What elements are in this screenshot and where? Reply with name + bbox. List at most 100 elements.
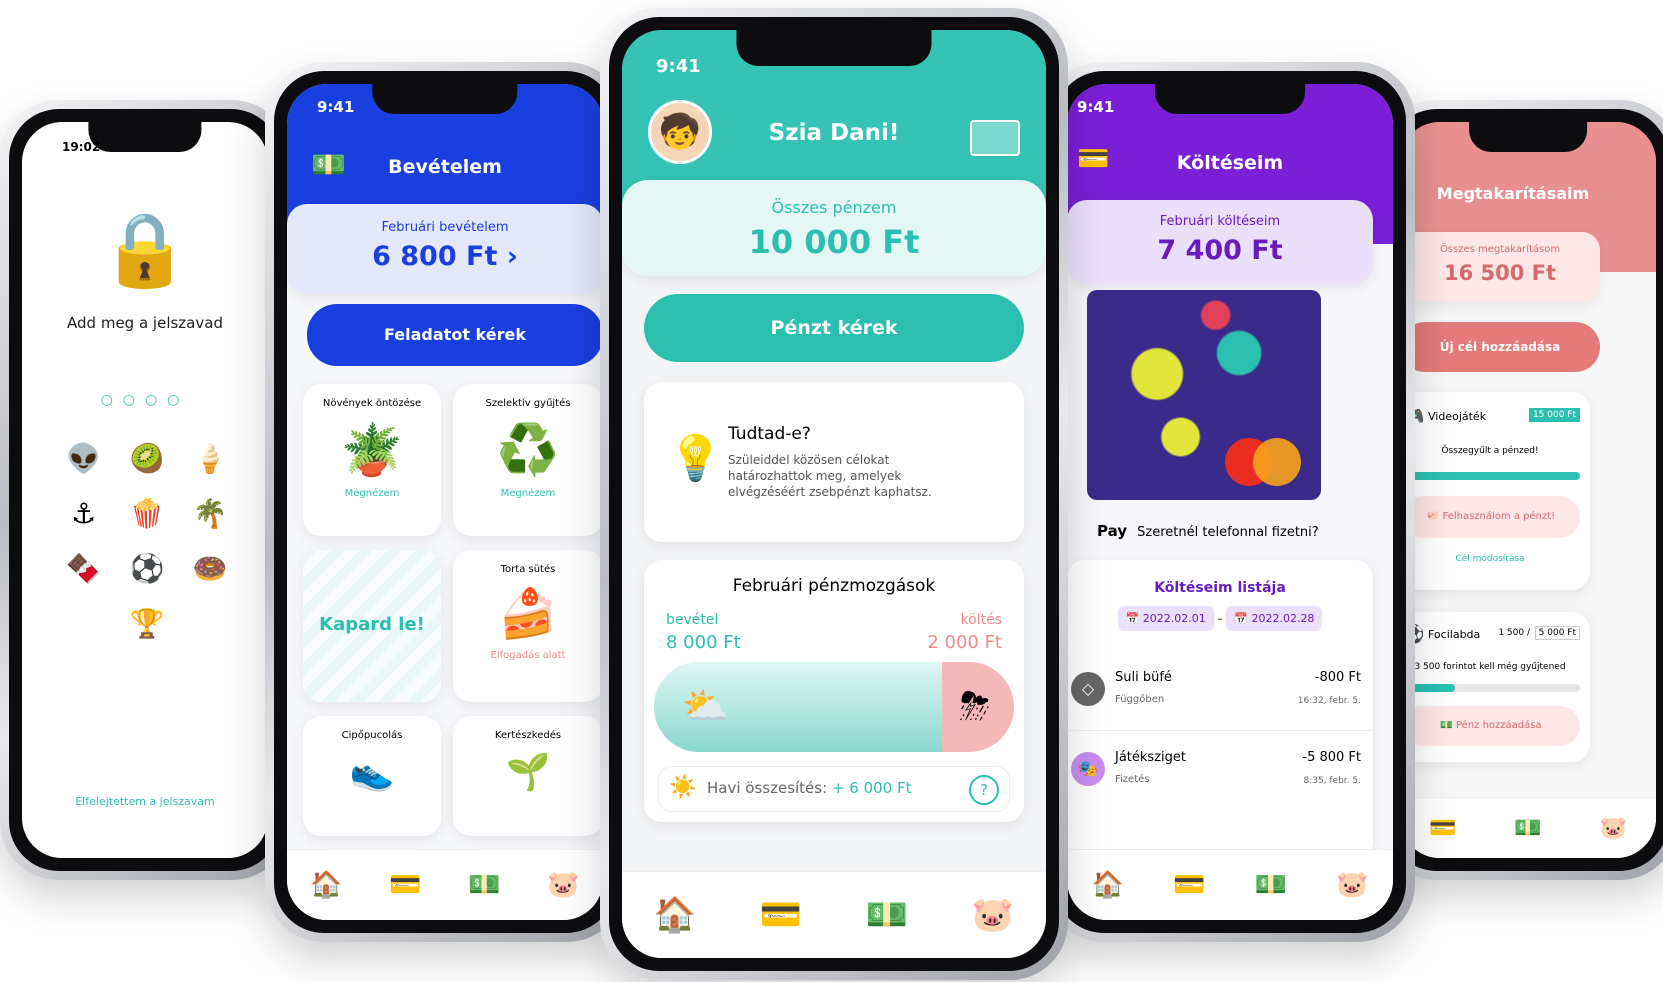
tab-piggy-icon[interactable]: 🐷 bbox=[968, 895, 1018, 935]
edit-goal-link[interactable]: Cél módosítása bbox=[1400, 554, 1590, 564]
notch bbox=[736, 30, 932, 66]
request-task-button[interactable]: Feladatot kérek bbox=[307, 304, 603, 366]
spending-screen: 9:41 💳 Költéseim Februári költéseim 7 40… bbox=[1067, 84, 1393, 920]
emoji-key[interactable]: ⚓ bbox=[52, 497, 115, 530]
monthly-summary-row: ☀️ Havi összesítés: + 6 000 Ft ? bbox=[658, 766, 1010, 812]
tab-piggy-icon[interactable]: 🐷 bbox=[1588, 816, 1638, 841]
storm-cloud-icon: ⛈ bbox=[959, 684, 990, 728]
spending-summary-card[interactable]: Februári költéseim 7 400 Ft bbox=[1067, 200, 1373, 284]
spending-list-title: Költéseim listája bbox=[1154, 580, 1286, 596]
recycle-icon: ♻️ bbox=[496, 421, 560, 479]
tab-money-icon[interactable]: 💵 bbox=[1503, 816, 1553, 841]
add-goal-button[interactable]: Új cél hozzáadása bbox=[1400, 322, 1600, 372]
task-card[interactable]: Szelektív gyűjtés ♻️ Megnézem bbox=[453, 384, 603, 536]
emoji-grid: 👽 🥝 🍦 ⚓ 🍿 🌴 🍫 ⚽ 🍩 🏆 bbox=[52, 442, 242, 640]
tab-piggy-icon[interactable]: 🐷 bbox=[539, 870, 589, 900]
scratch-label: Kapard le! bbox=[319, 614, 425, 635]
plant-icon: 🪴 bbox=[340, 421, 404, 479]
tip-card: 💡 Tudtad-e? Szüleiddel közösen célokat h… bbox=[644, 382, 1024, 542]
task-card[interactable]: Torta sütés 🍰 Elfogadás alatt bbox=[453, 550, 603, 702]
spending-summary-value: 7 400 Ft bbox=[1157, 235, 1283, 266]
goal-target-badge: 15 000 Ft bbox=[1528, 408, 1580, 422]
date-dash: – bbox=[1217, 612, 1223, 625]
task-action: Megnézem bbox=[500, 488, 556, 499]
expense-row[interactable]: 🎭 Játéksziget Fizetés -5 800 Ft 8:35, fe… bbox=[1067, 740, 1373, 810]
request-money-button[interactable]: Pénzt kérek bbox=[644, 294, 1024, 362]
apple-pay-logo: Pay bbox=[1097, 522, 1128, 540]
expense-status: Fizetés bbox=[1115, 774, 1150, 785]
income-summary-card[interactable]: Februári bevételem 6 800 Ft › bbox=[287, 204, 603, 294]
spending-title: Költéseim bbox=[1176, 152, 1284, 174]
tab-home-icon[interactable]: 🏠 bbox=[650, 895, 700, 935]
lock-screen: 19:02 🔒 Add meg a jelszavad ○○○○ 👽 🥝 🍦 ⚓… bbox=[22, 122, 268, 858]
tab-card-icon[interactable]: 💳 bbox=[756, 895, 806, 935]
task-title: Kertészkedés bbox=[494, 730, 562, 741]
emoji-key[interactable]: 🏆 bbox=[115, 607, 178, 640]
phone-bezel: 9:41 🧒 Szia Dani! Összes pénzem 10 000 F… bbox=[609, 17, 1059, 971]
phone-home: 9:41 🧒 Szia Dani! Összes pénzem 10 000 F… bbox=[600, 8, 1068, 980]
expense-row[interactable]: ◇ Suli büfé Függőben -800 Ft 16:32, febr… bbox=[1067, 660, 1373, 731]
tab-money-icon[interactable]: 💵 bbox=[1246, 870, 1296, 900]
task-action: Megnézem bbox=[344, 488, 400, 499]
add-money-button[interactable]: 💵 Pénz hozzáadása bbox=[1402, 706, 1580, 746]
task-card[interactable]: Növények öntözése 🪴 Megnézem bbox=[303, 384, 441, 536]
scratch-card[interactable]: Kapard le! bbox=[303, 550, 441, 702]
tab-piggy-icon[interactable]: 🐷 bbox=[1327, 870, 1377, 900]
theater-masks-icon: 🎭 bbox=[1071, 752, 1105, 786]
emoji-key[interactable]: ⚽ bbox=[115, 552, 178, 585]
expense-time: 16:32, febr. 5. bbox=[1297, 696, 1361, 706]
expense-status: Függőben bbox=[1115, 694, 1165, 705]
emoji-key[interactable]: 👽 bbox=[52, 442, 115, 475]
mail-icon[interactable] bbox=[970, 120, 1020, 156]
sun-cloud-icon: ⛅ bbox=[682, 684, 730, 728]
notch bbox=[88, 122, 202, 152]
use-money-button[interactable]: 🐖 Felhasználom a pénzt! bbox=[1402, 496, 1580, 538]
emoji-key[interactable]: 🍩 bbox=[179, 552, 242, 585]
tab-card-icon[interactable]: 💳 bbox=[1418, 816, 1468, 841]
tab-bar: 🏠 💳 💵 🐷 bbox=[287, 849, 603, 920]
date-from-chip[interactable]: 📅 2022.02.01 bbox=[1117, 606, 1214, 631]
password-prompt: Add meg a jelszavad bbox=[67, 314, 223, 332]
tab-home-icon[interactable]: 🏠 bbox=[302, 870, 352, 900]
goal-saved: 1 500 / bbox=[1498, 628, 1530, 638]
home-screen: 9:41 🧒 Szia Dani! Összes pénzem 10 000 F… bbox=[622, 30, 1046, 958]
tab-bar: 🏠 💳 💵 🐷 bbox=[1067, 849, 1393, 920]
date-from: 2022.02.01 bbox=[1142, 612, 1206, 625]
phone-bezel: Megtakarításaim Összes megtakarításom 16… bbox=[1387, 109, 1663, 871]
tab-money-icon[interactable]: 💵 bbox=[460, 870, 510, 900]
savings-summary-card: Összes megtakarításom 16 500 Ft bbox=[1400, 232, 1600, 302]
phone-lock: 19:02 🔒 Add meg a jelszavad ○○○○ 👽 🥝 🍦 ⚓… bbox=[0, 100, 290, 880]
expense-amount: -5 800 Ft bbox=[1302, 750, 1361, 765]
tag-icon: ◇ bbox=[1071, 672, 1105, 706]
goal-status: 3 500 forintot kell még gyűjtened bbox=[1414, 662, 1566, 672]
payment-card[interactable] bbox=[1087, 290, 1321, 500]
income-label: bevétel bbox=[666, 612, 719, 628]
phone-savings: Megtakarításaim Összes megtakarításom 16… bbox=[1378, 100, 1663, 880]
help-button[interactable]: ? bbox=[969, 775, 999, 805]
tab-card-icon[interactable]: 💳 bbox=[1164, 870, 1214, 900]
sun-icon: ☀️ bbox=[669, 775, 697, 800]
tab-money-icon[interactable]: 💵 bbox=[862, 895, 912, 935]
emoji-key[interactable]: 🍫 bbox=[52, 552, 115, 585]
pin-dots: ○○○○ bbox=[100, 392, 190, 408]
emoji-key[interactable]: 🍿 bbox=[115, 497, 178, 530]
emoji-key[interactable]: 🌴 bbox=[179, 497, 242, 530]
goal-progress-track bbox=[1402, 472, 1580, 480]
summary-value: + 6 000 Ft bbox=[831, 779, 912, 797]
income-summary-value: 6 800 Ft › bbox=[372, 241, 518, 272]
emoji-key[interactable]: 🥝 bbox=[115, 442, 178, 475]
task-card[interactable]: Cipőpucolás 👟 bbox=[303, 716, 441, 836]
income-screen: 9:41 💵 Bevételem Februári bevételem 6 80… bbox=[287, 84, 603, 920]
lightbulb-icon: 💡 bbox=[668, 433, 723, 484]
forgot-password-link[interactable]: Elfelejtettem a jelszavam bbox=[22, 795, 268, 808]
tab-card-icon[interactable]: 💳 bbox=[381, 870, 431, 900]
apple-pay-row[interactable]: Pay Szeretnél telefonnal fizetni? bbox=[1097, 522, 1319, 540]
date-to-chip[interactable]: 📅 2022.02.28 bbox=[1226, 606, 1323, 631]
expense-amount: -800 Ft bbox=[1314, 670, 1361, 685]
phone-bezel: 9:41 💳 Költéseim Februári költéseim 7 40… bbox=[1054, 71, 1406, 933]
tab-home-icon[interactable]: 🏠 bbox=[1083, 870, 1133, 900]
emoji-key[interactable]: 🍦 bbox=[179, 442, 242, 475]
monthly-summary: Havi összesítés: + 6 000 Ft bbox=[707, 779, 912, 797]
task-card[interactable]: Kertészkedés 🌱 bbox=[453, 716, 603, 836]
expense-name: Játéksziget bbox=[1115, 750, 1186, 765]
